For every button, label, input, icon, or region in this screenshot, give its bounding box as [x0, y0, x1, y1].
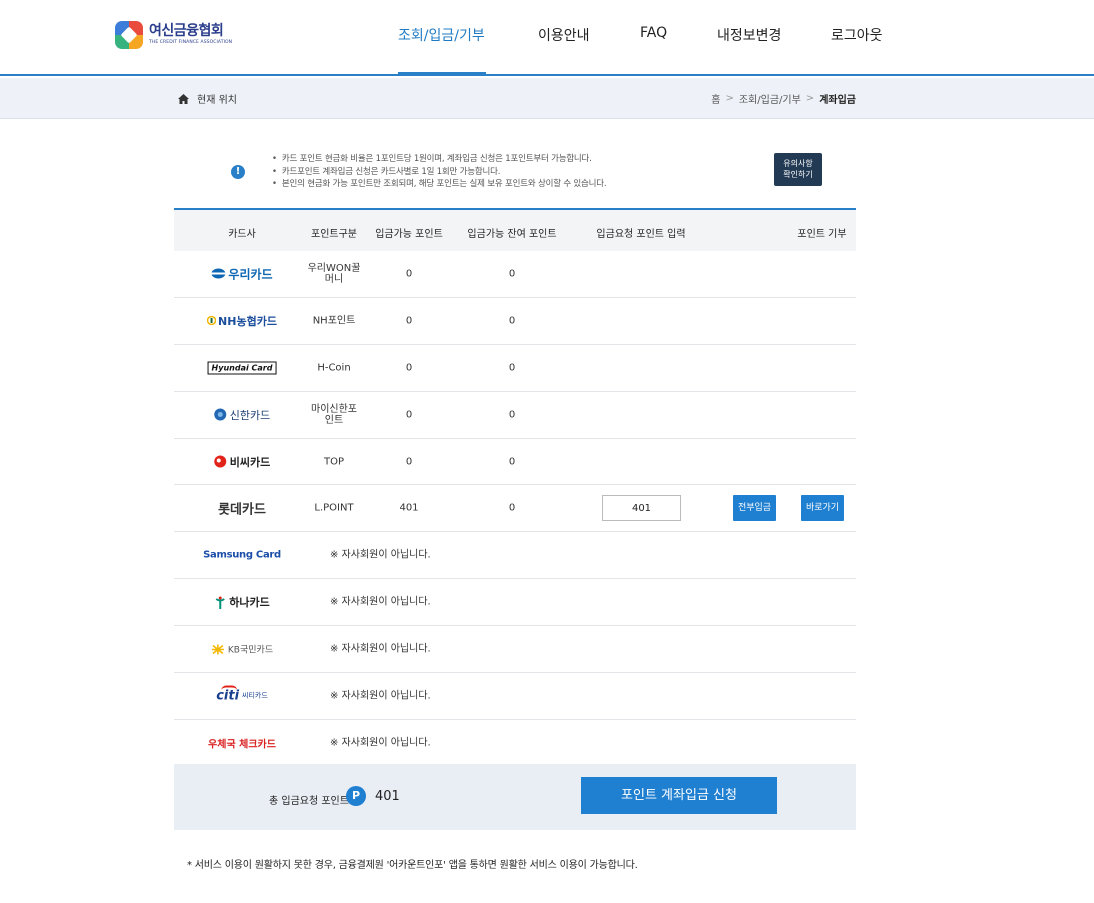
table-row: 신한카드 마이신한포인트 0 0	[174, 392, 856, 439]
hyundai-card-logo: Hyundai Card	[207, 361, 277, 375]
notice-item: 카드 포인트 현금화 비율은 1포인트당 1원이며, 계좌입금 신청은 1포인트…	[272, 153, 606, 166]
samsung-card-logo: Samsung Card	[203, 549, 281, 561]
remaining-points: 0	[508, 362, 516, 374]
point-type: L.POINT	[314, 502, 354, 514]
point-type: TOP	[323, 456, 344, 467]
remaining-points: 0	[508, 409, 516, 421]
nh-card-logo: NH농협카드	[207, 313, 277, 329]
col-donate: 포인트 기부	[797, 229, 847, 240]
table-row: Hyundai Card H-Coin 0 0	[174, 345, 856, 392]
nav-usage-guide[interactable]: 이용안내	[538, 25, 590, 45]
available-points: 0	[405, 456, 413, 467]
submit-deposit-button[interactable]: 포인트 계좌입금 신청	[581, 777, 777, 814]
remaining-points: 0	[508, 456, 516, 467]
breadcrumb-separator: >	[805, 93, 815, 104]
notice-item: 카드포인트 계좌입금 신청은 카드사별로 1일 1회만 가능합니다.	[272, 166, 606, 179]
col-request-input: 입금요청 포인트 입력	[596, 229, 686, 240]
nav-lookup-deposit-donate[interactable]: 조회/입금/기부	[398, 25, 485, 45]
association-logo[interactable]: 여신금융협회 THE CREDIT FINANCE ASSOCIATION	[115, 21, 232, 49]
col-remaining: 입금가능 잔여 포인트	[467, 229, 557, 240]
logo-subtitle: THE CREDIT FINANCE ASSOCIATION	[149, 40, 233, 46]
table-row: NH농협카드 NH포인트 0 0	[174, 298, 856, 345]
remaining-points: 0	[508, 268, 516, 280]
point-type: 우리WON꿀머니	[307, 262, 361, 285]
available-points: 401	[399, 502, 419, 514]
location-label: 현재 위치	[197, 95, 237, 106]
summary-bar: 총 입금요청 포인트 P 401 포인트 계좌입금 신청	[174, 764, 856, 830]
point-type: H-Coin	[317, 362, 351, 374]
woori-logo-icon	[211, 268, 226, 279]
hana-logo-icon	[215, 596, 225, 609]
shinhan-card-logo: 신한카드	[214, 407, 270, 423]
not-member-message: ※ 자사회원이 아닙니다.	[330, 690, 431, 702]
table-row: citi 씨티카드 ※ 자사회원이 아닙니다.	[174, 673, 856, 720]
table-row: 롯데카드 L.POINT 401 0 전부입금 바로가기	[174, 485, 856, 533]
point-type: NH포인트	[312, 315, 356, 327]
bc-logo-icon	[214, 455, 227, 468]
not-member-message: ※ 자사회원이 아닙니다.	[330, 549, 431, 561]
kb-card-logo: KB국민카드	[211, 643, 273, 656]
table-row: 하나카드 ※ 자사회원이 아닙니다.	[174, 579, 856, 627]
point-type: 마이신한포인트	[311, 403, 357, 426]
available-points: 0	[405, 268, 413, 280]
point-p-icon: P	[346, 786, 366, 806]
nav-logout[interactable]: 로그아웃	[831, 25, 883, 45]
total-request-value: 401	[375, 789, 400, 804]
col-point-type: 포인트구분	[311, 229, 357, 240]
breadcrumb-current: 계좌입금	[819, 95, 856, 106]
donate-go-button[interactable]: 바로가기	[801, 495, 844, 522]
remaining-points: 0	[508, 502, 516, 514]
woori-card-logo: 우리카드	[211, 265, 273, 282]
request-points-input[interactable]	[602, 495, 681, 522]
remaining-points: 0	[508, 315, 516, 327]
nav-my-info[interactable]: 내정보변경	[717, 25, 781, 45]
breadcrumb: 홈 > 조회/입금/기부 > 계좌입금	[711, 91, 856, 106]
card-points-table: 카드사 포인트구분 입금가능 포인트 입금가능 잔여 포인트 입금요청 포인트 …	[174, 208, 856, 767]
table-row: 우체국 체크카드 ※ 자사회원이 아닙니다.	[174, 720, 856, 767]
nav-active-indicator	[398, 72, 486, 76]
hana-card-logo: 하나카드	[214, 594, 270, 610]
shinhan-logo-icon	[214, 408, 227, 421]
available-points: 0	[405, 315, 413, 327]
top-header: 여신금융협회 THE CREDIT FINANCE ASSOCIATION 조회…	[0, 0, 1094, 76]
post-office-card-logo: 우체국 체크카드	[208, 739, 276, 751]
table-header: 카드사 포인트구분 입금가능 포인트 입금가능 잔여 포인트 입금요청 포인트 …	[174, 210, 856, 251]
table-row: Samsung Card ※ 자사회원이 아닙니다.	[174, 532, 856, 580]
nh-logo-icon	[207, 316, 217, 326]
info-icon: !	[231, 165, 245, 179]
nav-faq[interactable]: FAQ	[640, 25, 667, 41]
notice-list: 카드 포인트 현금화 비율은 1포인트당 1원이며, 계좌입금 신청은 1포인트…	[272, 153, 607, 191]
breadcrumb-separator: >	[725, 93, 734, 104]
total-request-label: 총 입금요청 포인트	[269, 796, 349, 807]
citi-card-logo: citi 씨티카드	[216, 685, 268, 703]
kb-logo-icon	[211, 644, 224, 655]
home-icon	[178, 93, 189, 104]
not-member-message: ※ 자사회원이 아닙니다.	[330, 596, 431, 608]
col-card-company: 카드사	[228, 229, 256, 240]
deposit-all-button[interactable]: 전부입금	[733, 495, 776, 522]
table-row: 비씨카드 TOP 0 0	[174, 439, 856, 486]
notice-item: 본인의 현금화 가능 포인트만 조회되며, 해당 포인트는 실제 보유 포인트와…	[272, 178, 607, 191]
not-member-message: ※ 자사회원이 아닙니다.	[330, 737, 431, 749]
breadcrumb-home[interactable]: 홈	[711, 91, 720, 106]
logo-mark-icon	[115, 21, 143, 49]
logo-title: 여신금융협회	[149, 23, 224, 40]
available-points: 0	[405, 409, 413, 421]
table-row: KB국민카드 ※ 자사회원이 아닙니다.	[174, 626, 856, 674]
location-bar: 현재 위치 홈 > 조회/입금/기부 > 계좌입금	[0, 78, 1094, 119]
col-available: 입금가능 포인트	[375, 229, 443, 240]
notice-check-button[interactable]: 유의사항 확인하기	[774, 153, 822, 186]
table-row: 우리카드 우리WON꿀머니 0 0	[174, 251, 856, 298]
available-points: 0	[405, 362, 413, 374]
breadcrumb-lookup[interactable]: 조회/입금/기부	[739, 91, 801, 106]
footnote: * 서비스 이용이 원활하지 못한 경우, 금융결제원 '어카운트인포' 앱을 …	[187, 860, 638, 871]
not-member-message: ※ 자사회원이 아닙니다.	[330, 643, 431, 655]
citi-wordmark-icon: citi	[216, 685, 239, 703]
lotte-card-logo: 롯데카드	[218, 502, 266, 518]
bc-card-logo: 비씨카드	[214, 454, 270, 470]
